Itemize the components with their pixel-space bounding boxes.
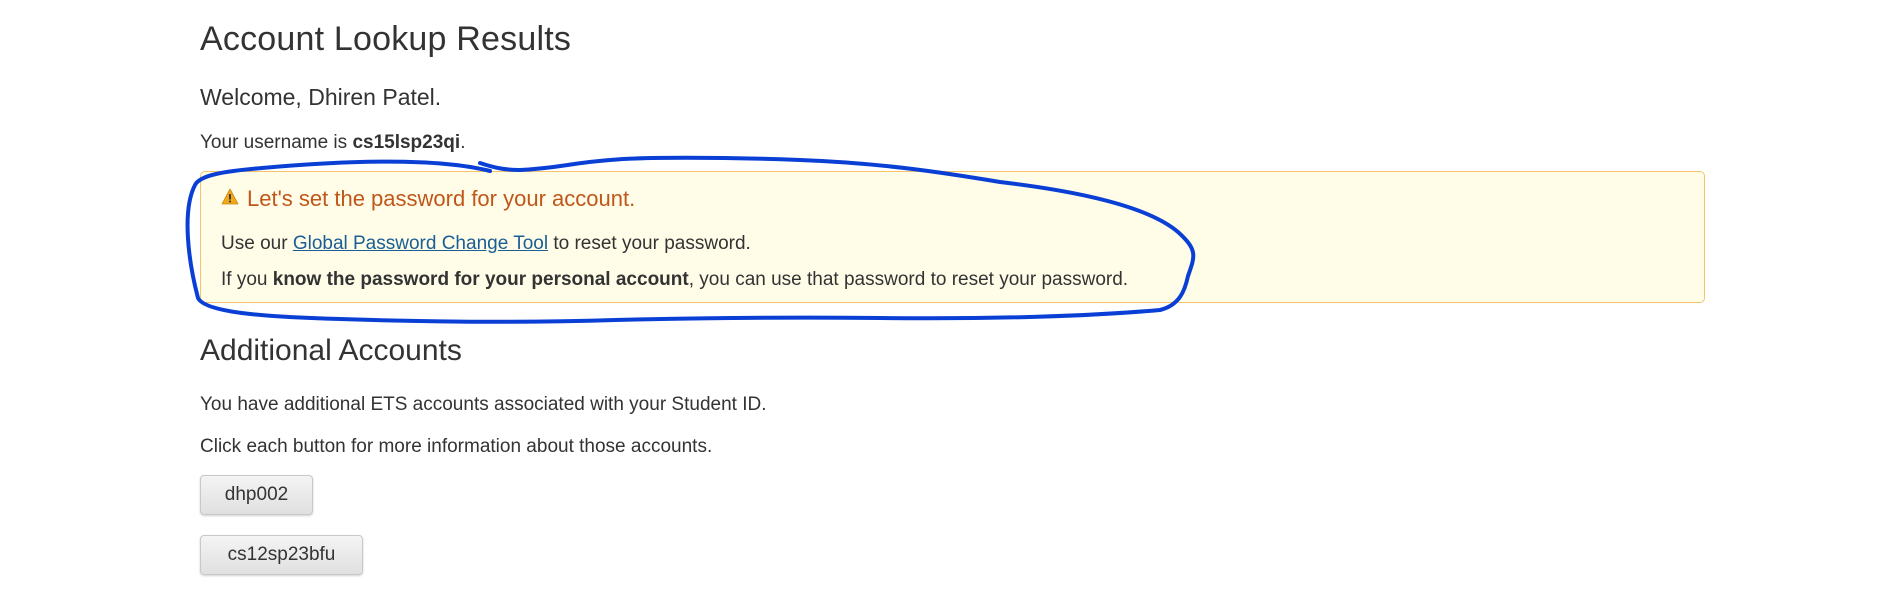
password-alert: Let's set the password for your account.… [200, 171, 1705, 303]
additional-accounts-info: You have additional ETS accounts associa… [200, 394, 767, 415]
alert-heading: Let's set the password for your account. [221, 186, 635, 212]
alert-heading-text: Let's set the password for your account. [247, 186, 636, 211]
alert-line-1-prefix: Use our [221, 233, 293, 254]
additional-accounts-title: Additional Accounts [200, 334, 462, 367]
username-line: Your username is cs15lsp23qi. [200, 132, 465, 154]
alert-line-2-suffix: , you can use that password to reset you… [688, 269, 1129, 290]
username-suffix: . [460, 132, 466, 153]
alert-line-1-suffix: to reset your password. [548, 233, 751, 254]
page-title: Account Lookup Results [200, 20, 572, 58]
account-button-cs12sp23bfu[interactable]: cs12sp23bfu [200, 535, 363, 575]
alert-line-1: Use our Global Password Change Tool to r… [221, 233, 751, 255]
global-password-change-tool-link[interactable]: Global Password Change Tool [293, 233, 548, 254]
alert-line-2-prefix: If you [221, 269, 273, 290]
alert-line-2-bold: know the password for your personal acco… [272, 269, 689, 290]
username-prefix: Your username is [200, 132, 353, 153]
additional-accounts-instructions: Click each button for more information a… [200, 436, 713, 457]
warning-icon [221, 186, 239, 205]
alert-line-2: If you know the password for your person… [221, 269, 1128, 291]
account-button-dhp002[interactable]: dhp002 [200, 475, 313, 515]
username-value: cs15lsp23qi [352, 132, 461, 153]
welcome-message: Welcome, Dhiren Patel. [200, 84, 442, 110]
